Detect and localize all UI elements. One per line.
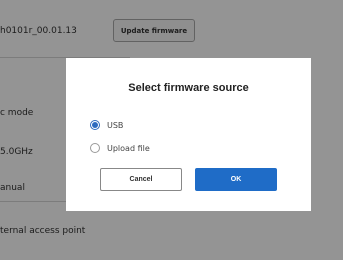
ok-button[interactable]: OK [195,168,277,191]
radio-option-usb[interactable]: USB [90,120,123,130]
radio-option-upload-file[interactable]: Upload file [90,143,150,153]
radio-label-usb: USB [107,120,124,130]
radio-button-checked-icon[interactable] [90,120,100,130]
select-firmware-source-dialog: Select firmware source USB Upload file C… [66,58,311,211]
radio-button-unchecked-icon[interactable] [90,143,100,153]
dialog-title: Select firmware source [128,82,249,94]
cancel-button[interactable]: Cancel [100,168,182,191]
radio-label-upload-file: Upload file [107,143,150,153]
